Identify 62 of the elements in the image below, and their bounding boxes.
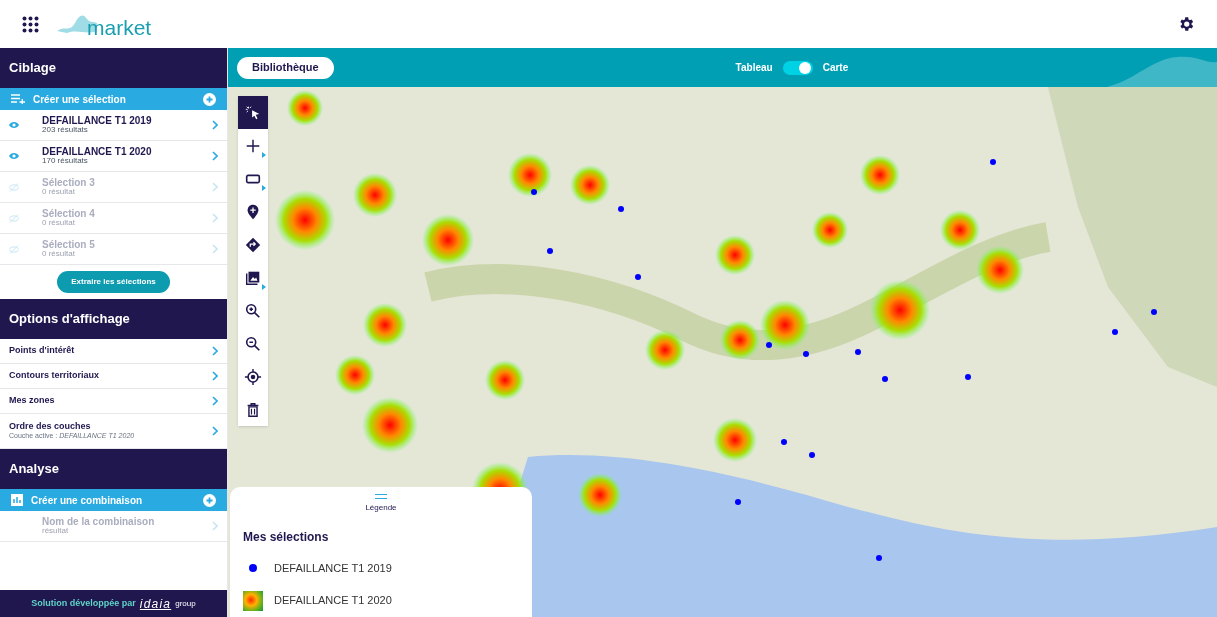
bar-chart-icon [11, 494, 23, 506]
option-item[interactable]: Points d'intérêt [0, 339, 227, 364]
result-count: 203 résultats [42, 126, 89, 135]
library-button[interactable]: Bibliothèque [237, 56, 334, 79]
chevron-icon [212, 213, 218, 223]
add-icon[interactable] [203, 92, 216, 106]
cursor-sparkle-icon [244, 103, 262, 122]
toggle-right-label: Carte [822, 61, 849, 75]
chevron-icon [212, 151, 218, 161]
direction-sign-icon [244, 235, 262, 254]
chevron-icon [212, 521, 218, 531]
zoom-out-icon [244, 334, 262, 353]
result-count: 0 résultat [42, 188, 76, 197]
tool-button[interactable] [238, 129, 268, 162]
selection-name: DEFAILLANCE T1 2019 [42, 115, 152, 127]
toggle-left-label: Tableau [735, 61, 773, 75]
wave-decoration-icon [1107, 54, 1217, 87]
section-title: Ciblage [9, 59, 56, 78]
section-title: Analyse [9, 460, 59, 479]
add-icon[interactable] [203, 493, 216, 507]
option-label: Ordre des couches [9, 422, 92, 433]
chevron-icon [212, 346, 218, 356]
logo-text: market [87, 15, 152, 42]
chevron-icon [212, 182, 218, 192]
chevron-icon [212, 396, 218, 406]
legend-label: DEFAILLANCE T1 2020 [274, 593, 392, 609]
result-count: 170 résultats [42, 157, 89, 166]
option-label: Points d'intérêt [9, 346, 75, 356]
legend-toggle[interactable]: Légende [365, 502, 397, 514]
chevron-icon [212, 426, 218, 436]
add-list-icon [11, 94, 25, 104]
brand-suffix: group [175, 597, 196, 610]
heatmap-swatch-icon [243, 590, 263, 611]
tool-button[interactable] [238, 96, 268, 129]
tool-button[interactable] [238, 393, 268, 426]
selection-name: DEFAILLANCE T1 2020 [42, 146, 152, 158]
apps-grid-icon[interactable] [22, 15, 39, 33]
footer-text: Solution développée par [31, 596, 136, 610]
selection-name: Sélection 5 [42, 239, 95, 251]
legend-label: DEFAILLANCE T1 2019 [274, 561, 392, 576]
result-count: résultat [42, 527, 70, 536]
chevron-icon [212, 371, 218, 381]
selection-name: Sélection 4 [42, 208, 95, 220]
result-count: 0 résultat [42, 219, 76, 228]
chevron-icon [212, 120, 218, 130]
option-item[interactable]: Contours territoriaux [0, 364, 227, 389]
chevron-icon [212, 244, 218, 254]
zoom-in-icon [244, 301, 262, 320]
brand-logo-text: idaia [139, 595, 172, 613]
locate-icon [244, 367, 262, 386]
option-label: Contours territoriaux [9, 371, 99, 381]
selection-name: Nom de la combinaison [42, 516, 155, 528]
option-label: Mes zones [9, 396, 55, 406]
selection-name: Sélection 3 [42, 177, 95, 189]
selection-item[interactable]: DEFAILLANCE T1 2020 170 résultats [0, 141, 227, 172]
result-count: 0 résultat [42, 250, 76, 259]
section-title: Options d'affichage [9, 310, 130, 329]
selection-item[interactable]: DEFAILLANCE T1 2019 203 résultats [0, 110, 227, 141]
view-toggle[interactable] [782, 60, 813, 75]
option-item[interactable]: Mes zones [0, 389, 227, 414]
legend-title: Mes sélections [243, 529, 330, 546]
drawer-handle-icon[interactable] [375, 494, 387, 499]
